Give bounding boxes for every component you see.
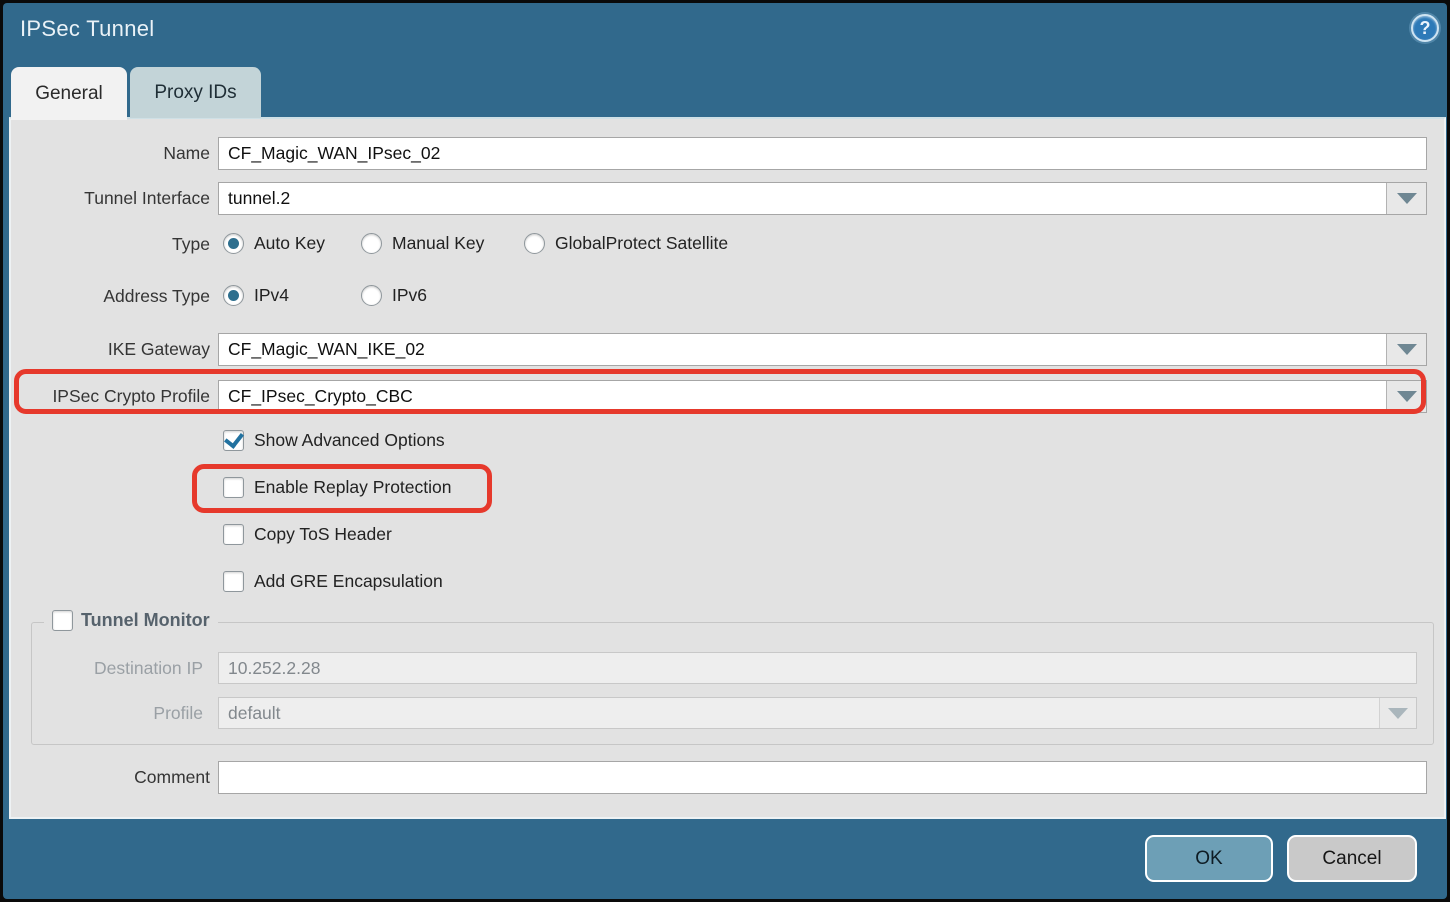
checkbox-enable-replay-protection[interactable] (223, 477, 244, 498)
ok-button[interactable]: OK (1145, 835, 1273, 882)
tunnel-interface-select[interactable]: tunnel.2 (218, 182, 1427, 215)
radio-globalprotect-satellite[interactable] (524, 233, 545, 254)
tunnel-monitor-label: Tunnel Monitor (81, 610, 210, 631)
comment-label: Comment (3, 766, 210, 788)
cancel-button-label: Cancel (1322, 848, 1381, 870)
checkbox-add-gre-encapsulation-label: Add GRE Encapsulation (254, 571, 443, 592)
radio-manual-key-label: Manual Key (392, 233, 484, 254)
ok-button-label: OK (1195, 848, 1222, 870)
ike-gateway-select[interactable]: CF_Magic_WAN_IKE_02 (218, 333, 1427, 366)
radio-globalprotect-satellite-label: GlobalProtect Satellite (555, 233, 728, 254)
ike-gateway-value: CF_Magic_WAN_IKE_02 (228, 339, 425, 360)
radio-auto-key[interactable] (223, 233, 244, 254)
ipsec-crypto-profile-select[interactable]: CF_IPsec_Crypto_CBC (218, 380, 1427, 413)
help-icon[interactable]: ? (1411, 14, 1439, 42)
ike-gateway-label: IKE Gateway (3, 338, 210, 360)
dialog-title: IPSec Tunnel (20, 16, 154, 42)
checkbox-show-advanced-options[interactable] (223, 430, 244, 451)
chevron-down-icon (1397, 344, 1417, 355)
checkbox-copy-tos-header[interactable] (223, 524, 244, 545)
chevron-down-icon (1397, 193, 1417, 204)
profile-value: default (228, 703, 281, 724)
checkbox-tunnel-monitor[interactable] (52, 610, 73, 631)
tab-general[interactable]: General (11, 67, 127, 120)
checkbox-item-add-gre-encapsulation: Add GRE Encapsulation (223, 571, 443, 592)
comment-input[interactable] (218, 761, 1427, 794)
radio-auto-key-label: Auto Key (254, 233, 325, 254)
destination-ip-value: 10.252.2.28 (228, 658, 320, 679)
ipsec-crypto-profile-label: IPSec Crypto Profile (3, 385, 210, 407)
profile-select: default (218, 697, 1417, 729)
radio-ipv4-label: IPv4 (254, 285, 289, 306)
name-input[interactable]: CF_Magic_WAN_IPsec_02 (218, 137, 1427, 170)
cancel-button[interactable]: Cancel (1287, 835, 1417, 882)
profile-label: Profile (3, 702, 203, 724)
radio-ipv4[interactable] (223, 285, 244, 306)
radio-ipv6[interactable] (361, 285, 382, 306)
chevron-down-icon (1388, 708, 1408, 719)
tab-general-label: General (35, 83, 103, 105)
checkbox-show-advanced-options-label: Show Advanced Options (254, 430, 445, 451)
tunnel-monitor-legend: Tunnel Monitor (44, 610, 218, 631)
checkbox-item-enable-replay-protection: Enable Replay Protection (223, 477, 451, 498)
tunnel-interface-value: tunnel.2 (228, 188, 290, 209)
checkbox-copy-tos-header-label: Copy ToS Header (254, 524, 392, 545)
checkbox-item-copy-tos-header: Copy ToS Header (223, 524, 392, 545)
ipsec-crypto-profile-dropdown-button[interactable] (1386, 381, 1426, 412)
radio-item-ipv6: IPv6 (361, 285, 427, 306)
radio-item-ipv4: IPv4 (223, 285, 289, 306)
chevron-down-icon (1397, 391, 1417, 402)
name-label: Name (3, 142, 210, 164)
destination-ip-label: Destination IP (3, 657, 203, 679)
ike-gateway-dropdown-button[interactable] (1386, 334, 1426, 365)
type-label: Type (3, 233, 210, 255)
ipsec-crypto-profile-value: CF_IPsec_Crypto_CBC (228, 386, 413, 407)
tab-proxy-ids[interactable]: Proxy IDs (130, 67, 261, 118)
radio-item-globalprotect-satellite: GlobalProtect Satellite (524, 233, 728, 254)
name-value: CF_Magic_WAN_IPsec_02 (228, 143, 440, 164)
destination-ip-input: 10.252.2.28 (218, 652, 1417, 684)
radio-item-auto-key: Auto Key (223, 233, 325, 254)
tunnel-interface-label: Tunnel Interface (3, 187, 210, 209)
radio-item-manual-key: Manual Key (361, 233, 484, 254)
address-type-label: Address Type (3, 285, 210, 307)
help-glyph: ? (1420, 18, 1431, 39)
tunnel-interface-dropdown-button[interactable] (1386, 183, 1426, 214)
ipsec-tunnel-dialog: IPSec Tunnel ? General Proxy IDs Name CF… (3, 3, 1447, 899)
checkbox-enable-replay-protection-label: Enable Replay Protection (254, 477, 451, 498)
checkbox-add-gre-encapsulation[interactable] (223, 571, 244, 592)
radio-manual-key[interactable] (361, 233, 382, 254)
checkbox-item-show-advanced-options: Show Advanced Options (223, 430, 445, 451)
radio-ipv6-label: IPv6 (392, 285, 427, 306)
profile-dropdown-button (1379, 698, 1416, 728)
tab-proxy-ids-label: Proxy IDs (154, 82, 236, 104)
